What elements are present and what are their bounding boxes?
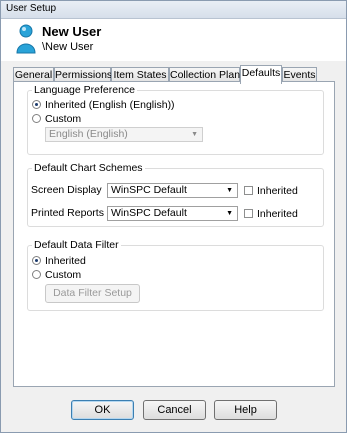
printed-reports-label: Printed Reports [31, 207, 104, 219]
cancel-button[interactable]: Cancel [143, 400, 206, 420]
user-setup-window: User Setup New User \New User General Pe… [0, 0, 347, 433]
chevron-down-icon: ▼ [226, 210, 233, 217]
chevron-down-icon: ▼ [191, 131, 198, 138]
printed-reports-inherited[interactable]: Inherited [244, 207, 298, 220]
tab-item-states[interactable]: Item States [111, 67, 169, 82]
data-filter-custom-label: Custom [45, 268, 82, 281]
chart-schemes-legend: Default Chart Schemes [32, 162, 145, 174]
title-bar: User Setup [1, 1, 346, 19]
printed-reports-inherited-checkbox[interactable] [244, 209, 253, 218]
user-icon [16, 24, 36, 54]
screen-display-label: Screen Display [31, 184, 102, 196]
printed-reports-select[interactable]: WinSPC Default ▼ [107, 206, 238, 221]
language-select-value: English (English) [49, 128, 128, 140]
help-button[interactable]: Help [214, 400, 277, 420]
language-inherited-label: Inherited (English (English)) [45, 98, 175, 111]
header-title: New User [42, 24, 102, 39]
screen-display-inherited[interactable]: Inherited [244, 184, 298, 197]
language-custom-option[interactable]: Custom [32, 112, 81, 125]
screen-display-select[interactable]: WinSPC Default ▼ [107, 183, 238, 198]
language-preference-group: Language Preference Inherited (English (… [27, 84, 324, 155]
header-subtitle: \New User [42, 41, 94, 53]
screen-display-inherited-checkbox[interactable] [244, 186, 253, 195]
data-filter-inherited-label: Inherited [45, 254, 86, 267]
data-filter-inherited-option[interactable]: Inherited [32, 254, 86, 267]
chart-schemes-group: Default Chart Schemes Screen Display Win… [27, 162, 324, 227]
language-inherited-option[interactable]: Inherited (English (English)) [32, 98, 175, 111]
tab-general[interactable]: General [13, 67, 54, 82]
language-custom-label: Custom [45, 112, 82, 125]
data-filter-inherited-radio[interactable] [32, 256, 41, 265]
language-custom-radio[interactable] [32, 114, 41, 123]
language-preference-legend: Language Preference [32, 84, 137, 96]
ok-button[interactable]: OK [71, 400, 134, 420]
screen-display-value: WinSPC Default [111, 184, 187, 196]
dialog-footer: OK Cancel Help [1, 393, 346, 432]
language-inherited-radio[interactable] [32, 100, 41, 109]
defaults-tab-panel: Language Preference Inherited (English (… [13, 81, 335, 387]
tab-permissions[interactable]: Permissions [54, 67, 112, 82]
language-select[interactable]: English (English) ▼ [45, 127, 203, 142]
tab-collection-plans[interactable]: Collection Plans [169, 67, 245, 82]
header-panel: New User \New User [1, 19, 346, 61]
data-filter-custom-radio[interactable] [32, 270, 41, 279]
printed-reports-value: WinSPC Default [111, 207, 187, 219]
data-filter-legend: Default Data Filter [32, 239, 121, 251]
window-title: User Setup [6, 3, 57, 14]
chevron-down-icon: ▼ [226, 187, 233, 194]
data-filter-group: Default Data Filter Inherited Custom Dat… [27, 239, 324, 311]
printed-reports-inherited-label: Inherited [257, 207, 298, 220]
data-filter-custom-option[interactable]: Custom [32, 268, 81, 281]
screen-display-inherited-label: Inherited [257, 184, 298, 197]
tab-events[interactable]: Events [282, 67, 317, 82]
data-filter-setup-button[interactable]: Data Filter Setup [45, 284, 140, 303]
tab-defaults[interactable]: Defaults [240, 65, 282, 84]
